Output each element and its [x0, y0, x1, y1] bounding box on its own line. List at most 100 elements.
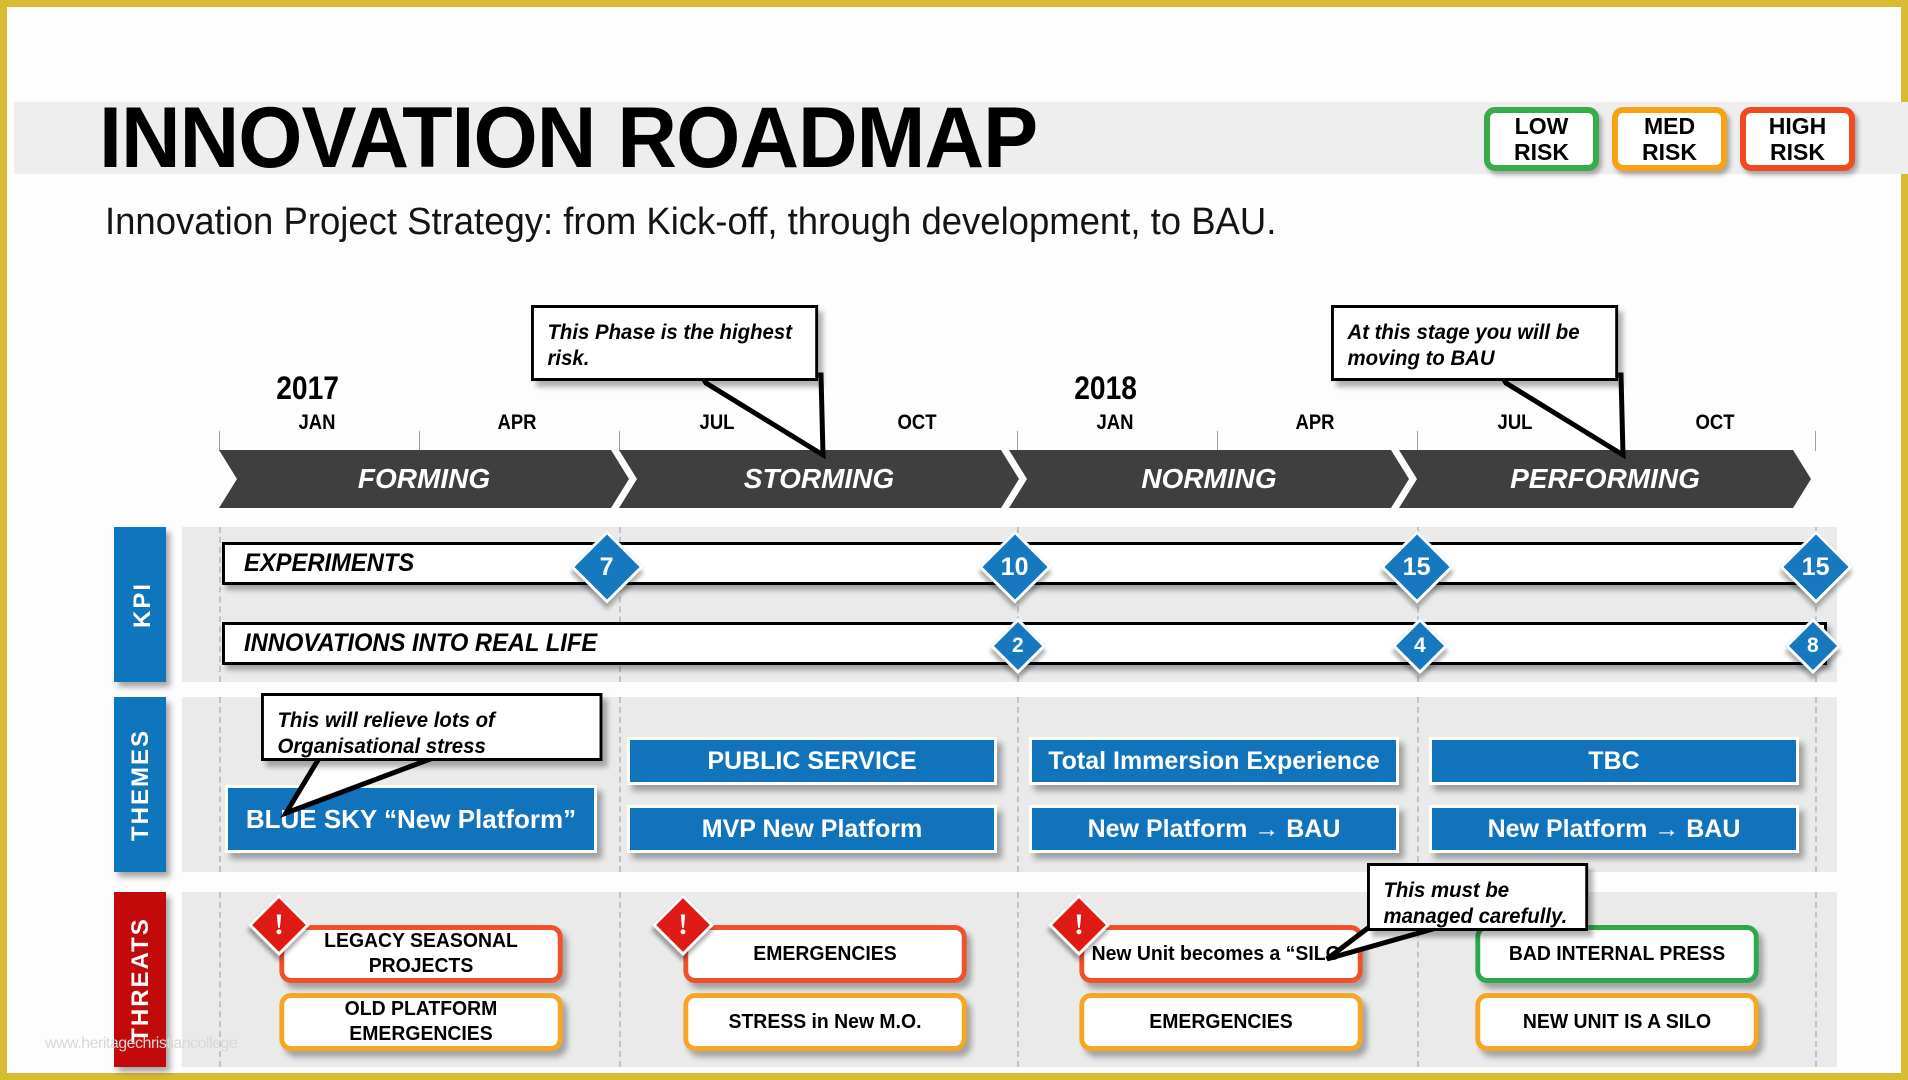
theme-public-service[interactable]: PUBLIC SERVICE: [627, 737, 997, 785]
kpi-marker-value: 15: [1403, 552, 1431, 581]
kpi-marker-value: 2: [1012, 634, 1024, 657]
month-label-4: JAN: [1096, 411, 1134, 434]
gridline: [219, 697, 221, 872]
phase-storming-label: STORMING: [743, 463, 895, 494]
threat-label: EMERGENCIES: [1149, 1010, 1293, 1033]
threat-label: LEGACY SEASONAL PROJECTS: [324, 930, 518, 977]
axis-tick: [817, 431, 818, 451]
phase-forming[interactable]: FORMING: [219, 450, 629, 508]
risk-badge-high[interactable]: HIGH RISK: [1740, 107, 1855, 171]
phase-forming-label: FORMING: [357, 463, 491, 494]
month-label-3: OCT: [897, 411, 937, 434]
threat-label: EMERGENCIES: [753, 942, 897, 965]
gridline: [1017, 697, 1019, 872]
threat-stress-new-mo[interactable]: STRESS in New M.O.: [683, 993, 967, 1051]
callout-text: This must be managed carefully.: [1383, 879, 1568, 928]
axis-tick: [219, 431, 220, 451]
page-subtitle: Innovation Project Strategy: from Kick-o…: [105, 201, 1277, 243]
gridline: [1017, 892, 1019, 1067]
callout-text: This Phase is the highest risk.: [547, 321, 792, 370]
threat-emergencies-1[interactable]: EMERGENCIES: [683, 925, 967, 983]
kpi-marker-value: 8: [1807, 634, 1819, 657]
theme-label: PUBLIC SERVICE: [707, 746, 917, 775]
watermark: www.heritagechristiancollege: [45, 1035, 238, 1052]
phase-storming[interactable]: STORMING: [619, 450, 1019, 508]
risk-badge-high-line2: RISK: [1770, 139, 1825, 165]
gridline: [1815, 697, 1817, 872]
threat-bad-internal-press[interactable]: BAD INTERNAL PRESS: [1475, 925, 1759, 983]
kpi-marker-value: 4: [1414, 634, 1426, 657]
kpi-marker-value: 7: [600, 552, 614, 581]
theme-new-platform-bau-2[interactable]: New Platform → BAU: [1429, 805, 1799, 853]
threat-label: NEW UNIT IS A SILO: [1522, 1010, 1712, 1033]
callout-highest-risk[interactable]: This Phase is the highest risk.: [531, 305, 819, 381]
axis-tick: [619, 431, 620, 451]
theme-label: New Platform → BAU: [1087, 814, 1341, 843]
threat-label: BAD INTERNAL PRESS: [1508, 942, 1726, 965]
gridline: [619, 892, 621, 1067]
page-title: INNOVATION ROADMAP: [99, 90, 1038, 186]
risk-badge-low[interactable]: LOW RISK: [1484, 107, 1599, 171]
threat-new-unit-is-silo[interactable]: NEW UNIT IS A SILO: [1475, 993, 1759, 1051]
year-label-2018: 2018: [1074, 370, 1137, 406]
callout-text: This will relieve lots of Organisational…: [277, 709, 495, 758]
month-label-6: JUL: [1497, 411, 1533, 434]
axis-tick: [1217, 431, 1218, 451]
theme-label: BLUE SKY “New Platform”: [245, 803, 577, 834]
gridline: [1815, 892, 1817, 1067]
threat-label: OLD PLATFORM EMERGENCIES: [344, 998, 498, 1045]
theme-total-immersion[interactable]: Total Immersion Experience: [1029, 737, 1399, 785]
phase-norming-label: NORMING: [1141, 463, 1277, 494]
gridline: [619, 697, 621, 872]
axis-tick: [1417, 431, 1418, 451]
threat-old-platform-emergencies[interactable]: OLD PLATFORM EMERGENCIES: [279, 993, 563, 1051]
month-label-0: JAN: [298, 411, 336, 434]
theme-blue-sky[interactable]: BLUE SKY “New Platform”: [225, 785, 597, 853]
threat-new-unit-silo[interactable]: New Unit becomes a “SILO”: [1079, 925, 1363, 983]
kpi-marker-value: 15: [1802, 552, 1830, 581]
risk-badge-high-line1: HIGH: [1768, 113, 1827, 139]
gridline: [1417, 697, 1419, 872]
phase-norming[interactable]: NORMING: [1009, 450, 1409, 508]
threat-label: STRESS in New M.O.: [728, 1010, 922, 1033]
theme-tbc[interactable]: TBC: [1429, 737, 1799, 785]
callout-text: At this stage you will be moving to BAU: [1347, 321, 1580, 370]
axis-tick: [1017, 431, 1018, 451]
section-label-themes: THEMES: [114, 697, 166, 872]
risk-badge-med-line2: RISK: [1642, 139, 1697, 165]
risk-legend: LOW RISK MED RISK HIGH RISK: [1484, 107, 1855, 171]
section-label-threats-text: THREATS: [126, 916, 154, 1043]
month-label-2: JUL: [699, 411, 735, 434]
slide-frame: INNOVATION ROADMAP Innovation Project St…: [0, 0, 1908, 1080]
threat-emergencies-2[interactable]: EMERGENCIES: [1079, 993, 1363, 1051]
callout-relieve-stress[interactable]: This will relieve lots of Organisational…: [261, 693, 603, 761]
threat-legacy-seasonal-projects[interactable]: LEGACY SEASONAL PROJECTS: [279, 925, 563, 983]
theme-label: Total Immersion Experience: [1048, 746, 1380, 775]
theme-new-platform-bau-1[interactable]: New Platform → BAU: [1029, 805, 1399, 853]
month-label-1: APR: [497, 411, 537, 434]
risk-badge-med-line1: MED: [1643, 113, 1696, 139]
year-label-2017: 2017: [276, 370, 339, 406]
risk-badge-low-line2: RISK: [1514, 139, 1569, 165]
section-label-kpi-text: KPI: [129, 581, 157, 628]
gridline: [219, 527, 221, 682]
month-label-7: OCT: [1695, 411, 1735, 434]
axis-tick: [1815, 431, 1816, 451]
risk-badge-med[interactable]: MED RISK: [1612, 107, 1727, 171]
theme-label: New Platform → BAU: [1487, 814, 1741, 843]
kpi-marker-value: 10: [1001, 552, 1029, 581]
phase-performing[interactable]: PERFORMING: [1399, 450, 1811, 508]
kpi-row-innovations-label: INNOVATIONS INTO REAL LIFE: [244, 629, 598, 657]
theme-mvp-new-platform[interactable]: MVP New Platform: [627, 805, 997, 853]
risk-badge-low-line1: LOW: [1514, 113, 1569, 139]
threat-label: New Unit becomes a “SILO”: [1091, 942, 1351, 965]
axis-tick: [1617, 431, 1618, 451]
callout-managed-carefully[interactable]: This must be managed carefully.: [1367, 863, 1589, 931]
axis-tick: [419, 431, 420, 451]
month-label-5: APR: [1295, 411, 1335, 434]
phase-performing-label: PERFORMING: [1510, 463, 1700, 494]
section-label-kpi: KPI: [114, 527, 166, 682]
callout-moving-to-bau[interactable]: At this stage you will be moving to BAU: [1331, 305, 1619, 381]
theme-label: TBC: [1588, 746, 1640, 775]
kpi-row-experiments-label: EXPERIMENTS: [244, 549, 415, 577]
